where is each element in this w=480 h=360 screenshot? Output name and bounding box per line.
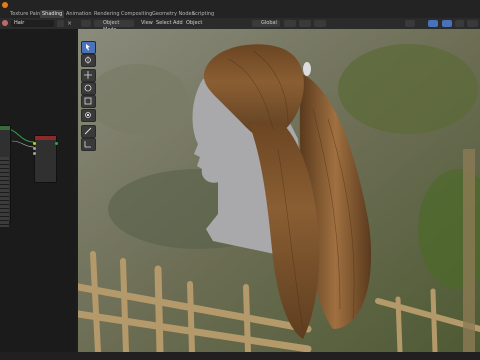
tab-label: Compositing — [121, 11, 153, 17]
tab-label: Scripting — [192, 11, 215, 17]
editor-type-icon[interactable] — [81, 20, 91, 27]
top-bar: Texture Paint Shading Animation Renderin… — [0, 0, 480, 18]
menu-label: Object — [186, 20, 203, 26]
snap-icon[interactable] — [299, 20, 311, 27]
object-name-field[interactable]: Hair — [11, 20, 54, 27]
rotate-icon[interactable] — [81, 82, 96, 95]
orientation-label: Global — [261, 20, 277, 26]
menu-select[interactable]: Select — [156, 20, 171, 28]
measure-icon[interactable] — [81, 138, 96, 151]
cursor-icon[interactable] — [81, 54, 96, 67]
proportional-edit-icon[interactable] — [314, 20, 326, 27]
pivot-icon[interactable] — [284, 20, 296, 27]
gizmo-toggle-icon[interactable] — [428, 20, 438, 27]
visibility-icon[interactable] — [405, 20, 415, 27]
tab-label: Animation — [66, 11, 92, 17]
blender-logo-icon[interactable] — [2, 2, 8, 8]
node-header — [35, 136, 56, 140]
tab-label: Texture Paint — [10, 11, 43, 17]
scale-icon[interactable] — [81, 95, 96, 108]
transform-orientation-dropdown[interactable]: Global — [252, 20, 280, 27]
annotate-icon[interactable] — [81, 125, 96, 138]
material-sphere-icon[interactable] — [2, 20, 8, 26]
tab-label: Geometry Nodes — [152, 11, 195, 17]
tab-label: Rendering — [94, 11, 120, 17]
transform-icon[interactable] — [81, 109, 96, 122]
xray-icon[interactable] — [455, 20, 464, 27]
menu-add[interactable]: Add — [173, 20, 183, 28]
tab-label: Shading — [42, 11, 63, 17]
node-socket[interactable] — [33, 147, 36, 150]
node-links — [5, 128, 35, 148]
close-icon[interactable]: × — [66, 20, 73, 27]
browse-material-icon[interactable] — [57, 20, 64, 27]
tab-animation[interactable]: Animation — [64, 10, 94, 18]
status-bar — [0, 352, 480, 360]
move-icon[interactable] — [81, 69, 96, 82]
tab-rendering[interactable]: Rendering — [92, 10, 122, 18]
tab-texture-paint[interactable]: Texture Paint — [8, 10, 44, 18]
menu-view[interactable]: View — [141, 20, 153, 28]
menu-label: Add — [173, 20, 183, 26]
menu-label: Select — [156, 20, 172, 26]
node-socket[interactable] — [33, 142, 36, 145]
menu-label: View — [141, 20, 153, 26]
mode-dropdown[interactable]: Object Mode — [94, 20, 134, 33]
shading-mode-icon[interactable] — [467, 20, 478, 27]
node-field-stack — [0, 157, 9, 227]
tab-shading[interactable]: Shading — [40, 10, 65, 18]
3d-viewport[interactable] — [78, 29, 480, 352]
hair-tie — [303, 62, 311, 76]
overlay-toggle-icon[interactable] — [442, 20, 452, 27]
select-box-icon[interactable] — [81, 41, 96, 54]
node-socket[interactable] — [33, 152, 36, 155]
viewport-render — [78, 29, 480, 352]
object-name-label: Hair — [14, 20, 25, 26]
menu-object[interactable]: Object — [186, 20, 202, 28]
node-editor[interactable] — [0, 29, 76, 352]
node-socket[interactable] — [55, 142, 58, 145]
shader-node[interactable] — [33, 135, 58, 183]
node-header — [0, 126, 10, 130]
tab-scripting[interactable]: Scripting — [190, 10, 216, 18]
